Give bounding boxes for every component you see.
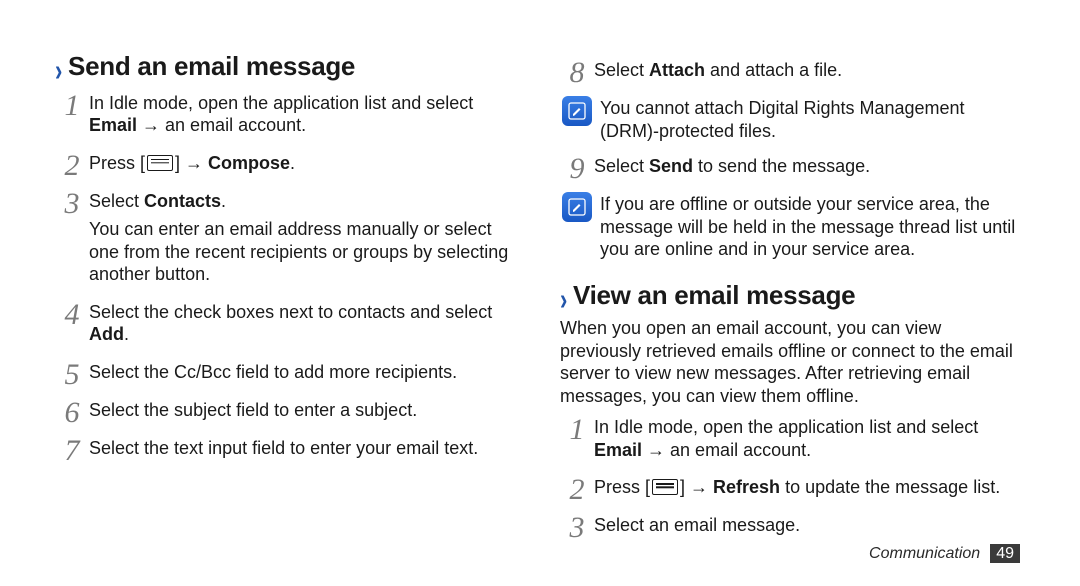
menu-key-icon (147, 155, 173, 171)
step: 1In Idle mode, open the application list… (560, 413, 1025, 467)
step-number: 3 (560, 511, 594, 543)
step-text: Select the check boxes next to contacts … (89, 301, 520, 346)
step-body: Select Contacts. You can enter an email a… (89, 187, 520, 292)
step-body: Select the text input field to enter you… (89, 434, 520, 466)
step-9-container: 9Select Send to send the message. (560, 152, 1025, 184)
step-body: Press [] → Compose. (89, 149, 520, 181)
step-number: 7 (55, 434, 89, 466)
step-number: 1 (55, 89, 89, 121)
note-body: If you are offline or outside your servi… (594, 190, 1025, 265)
heading-view-email: ›View an email message (560, 279, 1025, 312)
note-drm: You cannot attach Digital Rights Managem… (560, 94, 1025, 146)
step-number: 2 (560, 473, 594, 505)
step: 7Select the text input field to enter yo… (55, 434, 520, 466)
pencil-note-icon (567, 101, 587, 121)
step-text: Select Send to send the message. (594, 155, 1025, 178)
step: 3Select Contacts. You can enter an email … (55, 187, 520, 292)
step: 8Select Attach and attach a file. (560, 56, 1025, 88)
step-number: 3 (55, 187, 89, 219)
step-body: Select the subject field to enter a subj… (89, 396, 520, 428)
steps-view-email: 1In Idle mode, open the application list… (560, 413, 1025, 543)
step-text: You can enter an email address manually … (89, 218, 520, 286)
step-text: Select an email message. (594, 514, 1025, 537)
step-number: 5 (55, 358, 89, 390)
step-text: Press [] → Refresh to update the message… (594, 476, 1025, 499)
step-body: Select an email message. (594, 511, 1025, 543)
left-column: ›Send an email message 1In Idle mode, op… (55, 50, 520, 556)
manual-page: ›Send an email message 1In Idle mode, op… (0, 0, 1080, 586)
page-footer: Communication 49 (869, 544, 1020, 564)
chevron-right-icon: › (55, 51, 62, 90)
step: 9Select Send to send the message. (560, 152, 1025, 184)
menu-key-icon (652, 479, 678, 495)
heading-text: View an email message (573, 280, 855, 310)
step-text: Press [] → Compose. (89, 152, 520, 175)
step-body: Select Send to send the message. (594, 152, 1025, 184)
note-icon (560, 94, 594, 128)
step: 1In Idle mode, open the application list… (55, 89, 520, 143)
step-text: Select Attach and attach a file. (594, 59, 1025, 82)
note-text: If you are offline or outside your servi… (600, 193, 1025, 261)
step-text: In Idle mode, open the application list … (89, 92, 520, 137)
step-text: Select Contacts. (89, 190, 520, 213)
right-column: 8Select Attach and attach a file. You ca… (560, 50, 1025, 556)
step: 6Select the subject field to enter a sub… (55, 396, 520, 428)
step-number: 2 (55, 149, 89, 181)
step-text: Select the Cc/Bcc field to add more reci… (89, 361, 520, 384)
step-text: In Idle mode, open the application list … (594, 416, 1025, 461)
footer-page-number: 49 (990, 544, 1020, 563)
step: 2Press [] → Compose. (55, 149, 520, 181)
step: 5Select the Cc/Bcc field to add more rec… (55, 358, 520, 390)
note-body: You cannot attach Digital Rights Managem… (594, 94, 1025, 146)
step-body: In Idle mode, open the application list … (89, 89, 520, 143)
step: 3Select an email message. (560, 511, 1025, 543)
step-body: Select the check boxes next to contacts … (89, 298, 520, 352)
step-number: 6 (55, 396, 89, 428)
chevron-right-icon: › (560, 280, 567, 319)
steps-left: 1In Idle mode, open the application list… (55, 89, 520, 466)
note-icon (560, 190, 594, 224)
step-number: 9 (560, 152, 594, 184)
step-body: In Idle mode, open the application list … (594, 413, 1025, 467)
step-text: Select the text input field to enter you… (89, 437, 520, 460)
step-body: Select the Cc/Bcc field to add more reci… (89, 358, 520, 390)
intro-view-email: When you open an email account, you can … (560, 317, 1025, 407)
step: 4Select the check boxes next to contacts… (55, 298, 520, 352)
footer-section: Communication (869, 545, 980, 562)
pencil-note-icon (567, 197, 587, 217)
step-number: 4 (55, 298, 89, 330)
step-number: 8 (560, 56, 594, 88)
step-number: 1 (560, 413, 594, 445)
step-body: Press [] → Refresh to update the message… (594, 473, 1025, 505)
note-offline: If you are offline or outside your servi… (560, 190, 1025, 265)
note-text: You cannot attach Digital Rights Managem… (600, 97, 1025, 142)
heading-send-email: ›Send an email message (55, 50, 520, 83)
step-text: Select the subject field to enter a subj… (89, 399, 520, 422)
step: 2Press [] → Refresh to update the messag… (560, 473, 1025, 505)
heading-text: Send an email message (68, 51, 355, 81)
step-body: Select Attach and attach a file. (594, 56, 1025, 88)
steps-right-top: 8Select Attach and attach a file. (560, 56, 1025, 88)
